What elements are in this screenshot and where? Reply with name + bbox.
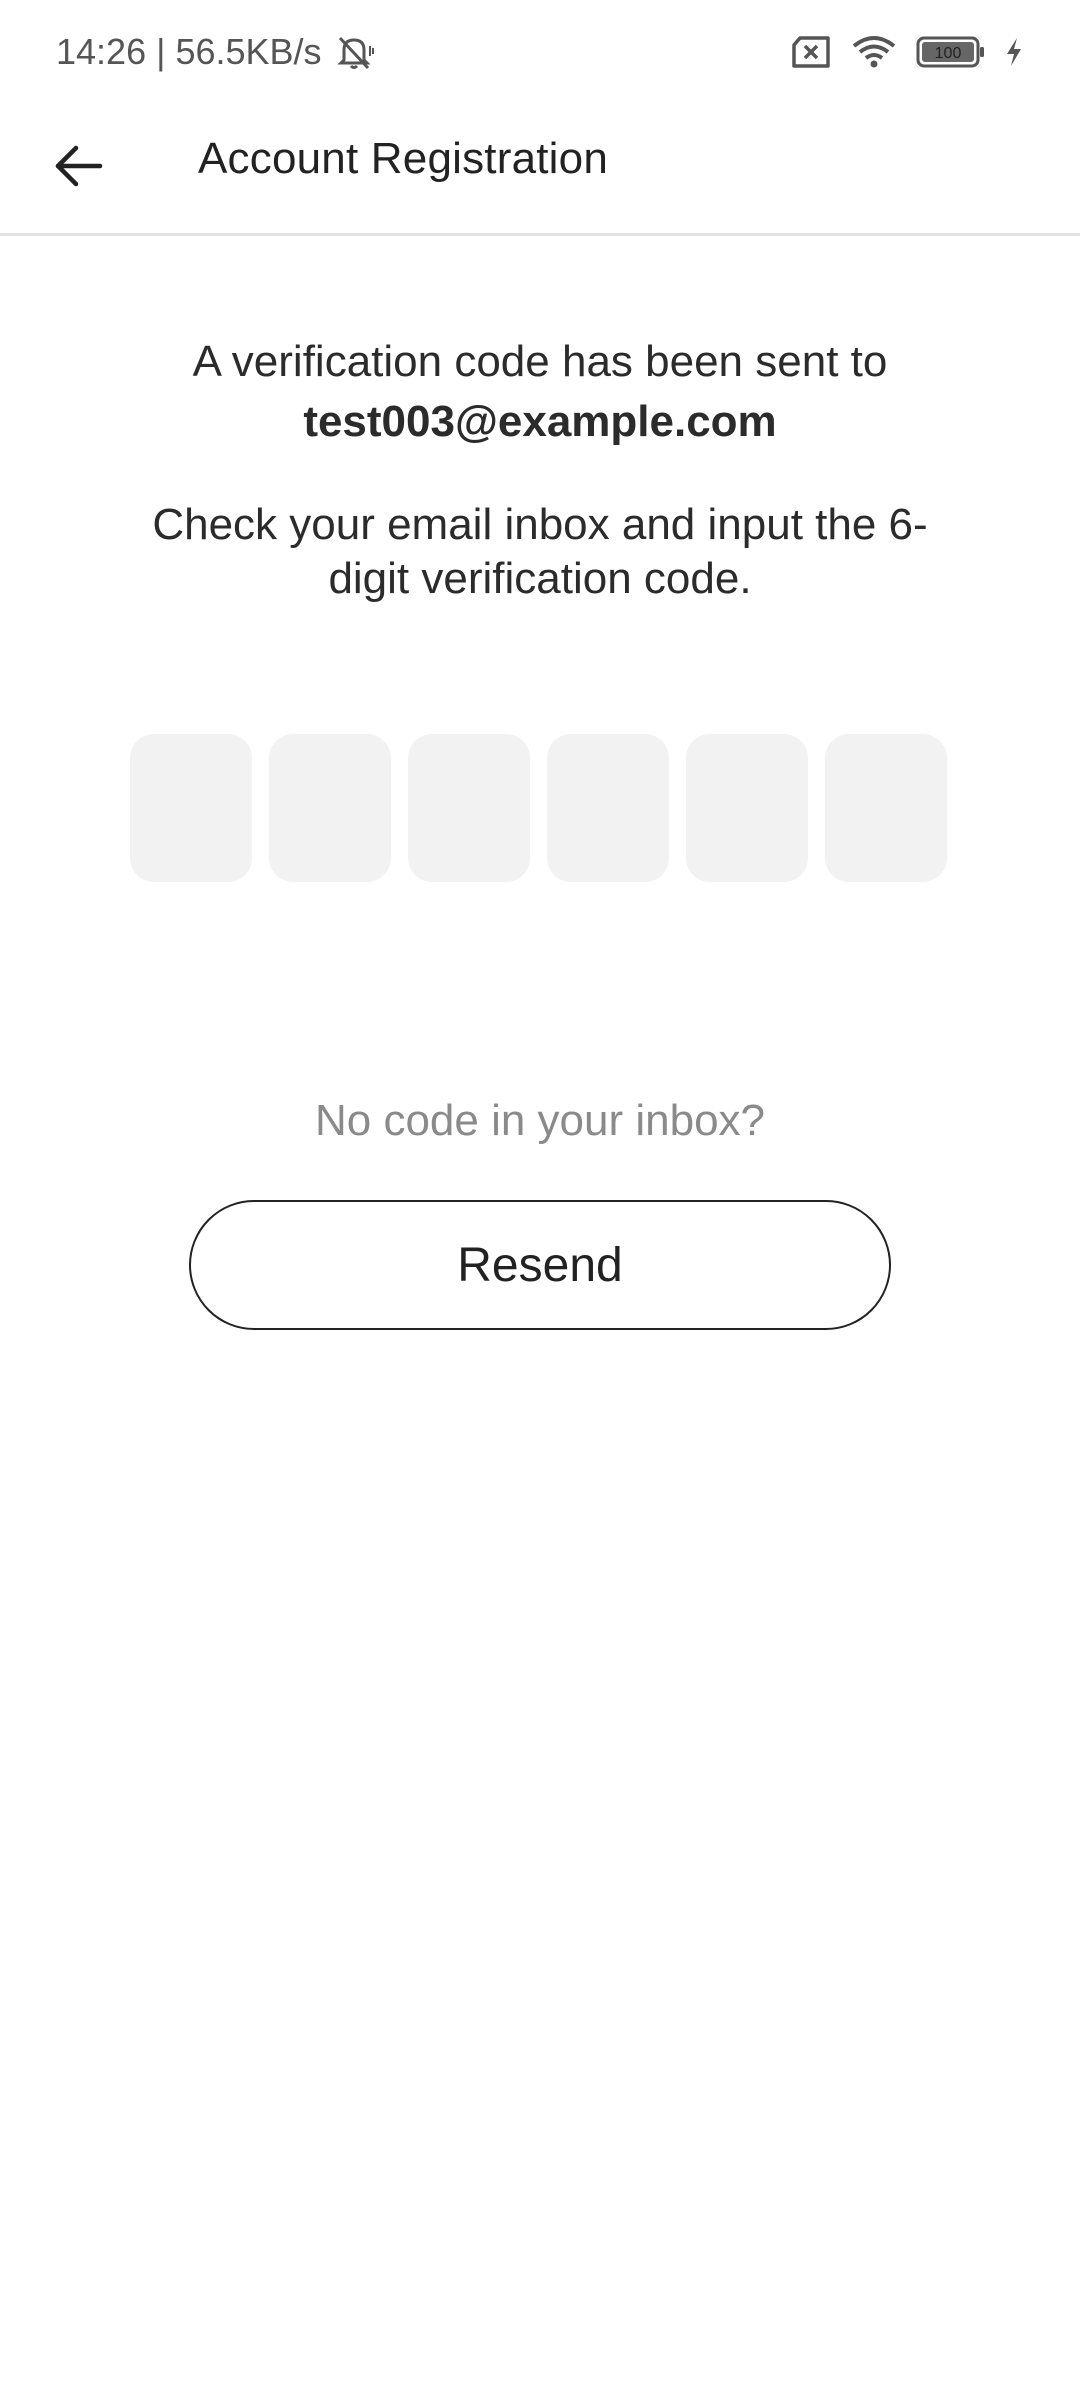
wifi-icon	[850, 34, 898, 70]
code-digit-3[interactable]	[408, 734, 530, 882]
email-address: test003@example.com	[303, 397, 777, 446]
status-left: 14:26 | 56.5KB/s	[56, 31, 376, 73]
no-code-prompt: No code in your inbox?	[314, 1096, 766, 1145]
status-time: 14:26	[56, 31, 147, 72]
battery-level-text: 100	[935, 45, 962, 62]
sim-none-icon	[790, 35, 832, 69]
back-button[interactable]	[38, 126, 118, 206]
registration-verification-screen: 14:26 | 56.5KB/s 100 Account Registratio…	[0, 0, 1080, 2400]
instructions-text: Check your email inbox and input the 6-d…	[152, 500, 928, 603]
verification-sent-text: A verification code has been sent to	[192, 337, 888, 386]
code-digit-5[interactable]	[686, 734, 808, 882]
bell-muted-icon	[332, 32, 376, 72]
page-title: Account Registration	[198, 134, 608, 183]
code-digit-1[interactable]	[130, 734, 252, 882]
code-digit-4[interactable]	[547, 734, 669, 882]
resend-button[interactable]: Resend	[189, 1200, 891, 1330]
code-digit-6[interactable]	[825, 734, 947, 882]
status-bar: 14:26 | 56.5KB/s 100	[0, 0, 1080, 104]
status-separator: |	[156, 31, 166, 72]
charging-icon	[1004, 36, 1024, 68]
code-digit-2[interactable]	[269, 734, 391, 882]
battery-icon: 100	[916, 35, 986, 69]
app-bar: Account Registration	[0, 104, 1080, 236]
status-right: 100	[790, 34, 1024, 70]
verification-code-input-group	[130, 734, 947, 882]
status-net-speed: 56.5KB/s	[175, 31, 322, 72]
arrow-left-icon	[52, 144, 104, 188]
